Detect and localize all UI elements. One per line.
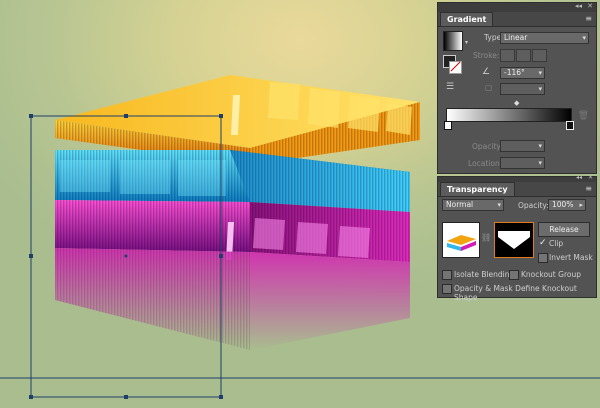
invert-mask-label: Invert Mask bbox=[549, 253, 593, 262]
opacity-field[interactable]: 100% ▸ bbox=[548, 199, 586, 211]
chevron-down-icon: ▾ bbox=[538, 159, 542, 167]
type-dropdown[interactable]: Linear ▾ bbox=[500, 32, 589, 44]
define-knockout-checkbox[interactable] bbox=[442, 284, 452, 294]
stroke-label: Stroke: bbox=[473, 51, 500, 60]
chevron-down-icon: ▾ bbox=[538, 85, 542, 93]
tab-gradient[interactable]: Gradient bbox=[440, 12, 494, 26]
gradient-stop-white[interactable] bbox=[444, 121, 452, 130]
angle-icon: ∠ bbox=[482, 67, 491, 77]
mask-thumbnail-preview bbox=[498, 231, 530, 249]
clip-label: Clip bbox=[549, 239, 564, 248]
swatch-dropdown-icon[interactable]: ▾ bbox=[465, 39, 468, 46]
knockout-group-label: Knockout Group bbox=[521, 270, 581, 279]
transparency-tabbar: Transparency ≡ bbox=[438, 182, 596, 197]
tab-transparency[interactable]: Transparency bbox=[440, 182, 515, 196]
link-icon[interactable]: ⛓ bbox=[481, 233, 491, 242]
gradient-panel: ◂◂ ✕ Gradient ≡ ▾ Type: Linear ▾ Stroke:… bbox=[437, 2, 597, 174]
opacity-value: 100% bbox=[552, 200, 574, 209]
object-thumbnail-preview bbox=[447, 235, 476, 251]
aspect-ratio-icon: ▢ bbox=[485, 83, 493, 92]
stroke-option-2[interactable] bbox=[516, 49, 531, 62]
stroke-option-3[interactable] bbox=[532, 49, 547, 62]
gradient-options-icon[interactable]: ☰ bbox=[446, 82, 454, 92]
chevron-down-icon: ▾ bbox=[582, 34, 586, 42]
stop-opacity-field[interactable]: ▾ bbox=[500, 140, 545, 152]
aspect-ratio-field[interactable]: ▾ bbox=[500, 83, 545, 95]
trash-icon[interactable]: 🗑 bbox=[578, 111, 589, 121]
angle-field[interactable]: -116° ▾ bbox=[500, 67, 545, 79]
collapse-icon[interactable]: ◂◂ bbox=[576, 174, 582, 181]
mask-thumbnail[interactable] bbox=[494, 222, 534, 258]
midpoint-diamond-icon[interactable]: ◆ bbox=[514, 99, 519, 107]
stop-location-field[interactable]: ▾ bbox=[500, 157, 545, 169]
isolate-blending-label: Isolate Blending bbox=[454, 270, 515, 279]
gradient-swatch[interactable] bbox=[443, 31, 463, 51]
magenta-layer bbox=[55, 200, 410, 350]
chevron-down-icon: ▾ bbox=[497, 201, 501, 209]
blend-mode-value: Normal bbox=[446, 200, 474, 209]
gradient-slider[interactable] bbox=[446, 108, 572, 122]
panel-menu-icon[interactable]: ≡ bbox=[585, 184, 592, 193]
blend-mode-dropdown[interactable]: Normal ▾ bbox=[442, 199, 504, 211]
isolate-blending-checkbox[interactable] bbox=[442, 270, 452, 280]
type-value: Linear bbox=[504, 33, 528, 42]
chevron-right-icon: ▸ bbox=[579, 201, 583, 209]
object-thumbnail[interactable] bbox=[442, 222, 480, 258]
knockout-group-checkbox[interactable] bbox=[509, 270, 519, 280]
close-icon[interactable]: ✕ bbox=[587, 2, 593, 10]
gradient-stop-black[interactable] bbox=[566, 121, 574, 130]
opacity-label: Opacity: bbox=[472, 142, 503, 151]
location-label: Location: bbox=[468, 159, 503, 168]
collapse-icon[interactable]: ◂◂ bbox=[575, 2, 582, 10]
transparency-opacity-label: Opacity: bbox=[518, 201, 549, 210]
release-button[interactable]: Release bbox=[538, 222, 590, 237]
clip-checkmark-icon[interactable]: ✓ bbox=[539, 238, 547, 248]
close-icon[interactable]: ✕ bbox=[588, 174, 593, 181]
panel-menu-icon[interactable]: ≡ bbox=[585, 14, 592, 23]
transparency-panel: ◂◂ ✕ Transparency ≡ Normal ▾ Opacity: 10… bbox=[437, 174, 597, 302]
fill-stroke-icon[interactable] bbox=[443, 55, 462, 74]
gradient-tabbar: Gradient ≡ bbox=[438, 12, 596, 27]
angle-value: -116° bbox=[504, 68, 525, 77]
panel-titlebar[interactable]: ◂◂ ✕ bbox=[438, 2, 596, 12]
define-knockout-label: Opacity & Mask Define Knockout Shape bbox=[454, 284, 577, 302]
chevron-down-icon: ▾ bbox=[538, 69, 542, 77]
stroke-option-1[interactable] bbox=[500, 49, 515, 62]
chevron-down-icon: ▾ bbox=[538, 142, 542, 150]
invert-mask-checkbox[interactable] bbox=[538, 253, 548, 263]
